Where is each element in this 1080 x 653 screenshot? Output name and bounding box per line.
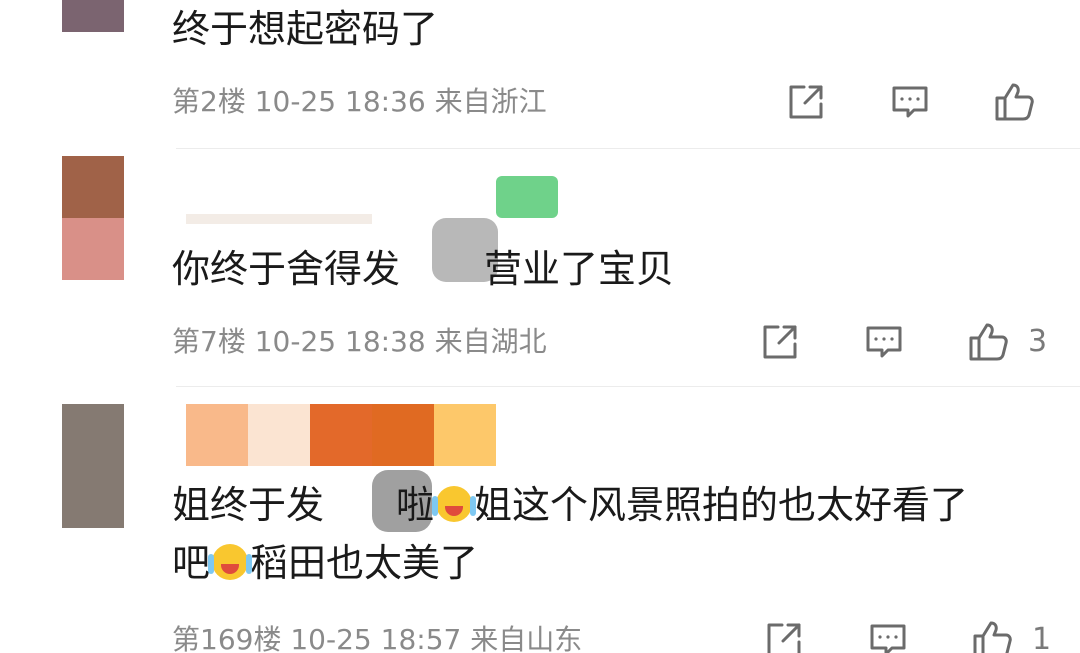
username-blurred[interactable] bbox=[496, 176, 558, 218]
comment-icon[interactable] bbox=[862, 320, 906, 364]
share-icon[interactable] bbox=[762, 618, 806, 653]
username-blurred[interactable] bbox=[186, 404, 496, 466]
like-count: 3 bbox=[1028, 324, 1048, 359]
thumbs-up-icon[interactable] bbox=[970, 618, 1014, 653]
comment-text: 姐终于发啦姐这个风景照拍的也太好看了 吧稻田也太美了 bbox=[172, 483, 969, 585]
share-icon[interactable] bbox=[784, 80, 828, 124]
comment-actions: 1 bbox=[0, 618, 1080, 653]
like-count: 1 bbox=[1032, 622, 1052, 653]
comment-text: 你终于舍得发 营业了宝贝 bbox=[172, 247, 675, 291]
divider bbox=[176, 386, 1080, 387]
thumbs-up-icon[interactable] bbox=[966, 320, 1010, 364]
username-blurred[interactable] bbox=[186, 214, 372, 224]
comment-actions: 3 bbox=[0, 320, 1080, 364]
avatar[interactable] bbox=[62, 404, 124, 528]
comment-icon[interactable] bbox=[888, 80, 932, 124]
comment-actions bbox=[0, 80, 1080, 124]
thumbs-up-icon[interactable] bbox=[992, 80, 1036, 124]
avatar[interactable] bbox=[62, 156, 124, 280]
divider bbox=[176, 148, 1080, 149]
share-icon[interactable] bbox=[758, 320, 802, 364]
crying-laughing-emoji-icon bbox=[432, 486, 473, 522]
comment-list: 终于想起密码了 第2楼 10-25 18:36 来自浙江 你终于舍得发 营业了宝… bbox=[0, 0, 1080, 653]
avatar[interactable] bbox=[62, 0, 124, 32]
crying-laughing-emoji-icon bbox=[208, 544, 249, 580]
comment-icon[interactable] bbox=[866, 618, 910, 653]
comment-text: 终于想起密码了 bbox=[172, 7, 439, 51]
